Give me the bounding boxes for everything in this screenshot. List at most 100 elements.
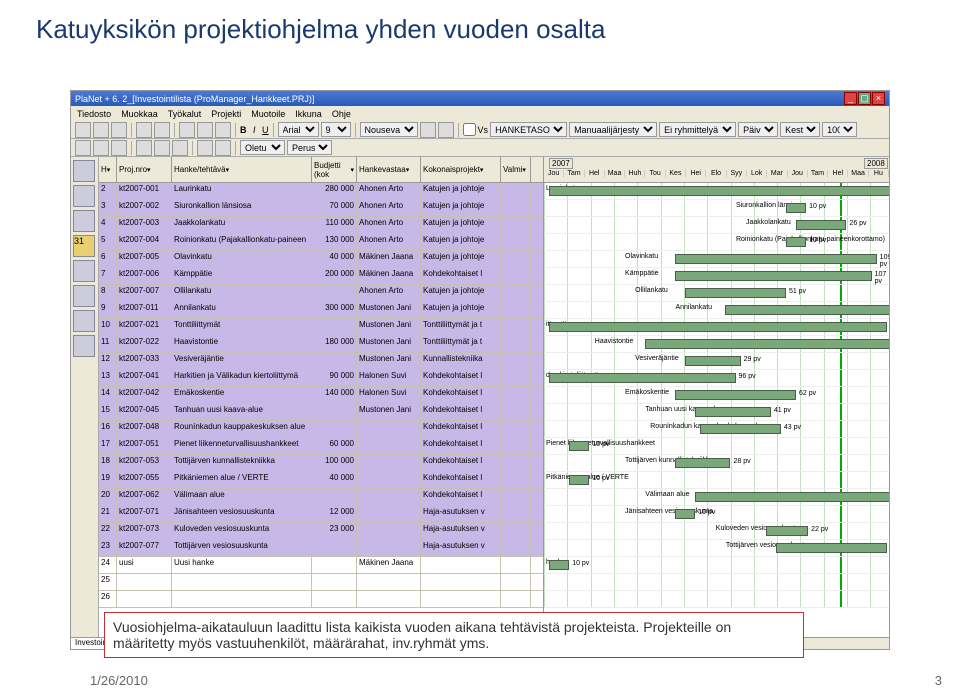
side-icon[interactable] — [73, 160, 95, 182]
tool-icon[interactable] — [136, 122, 152, 138]
tool-icon[interactable] — [154, 140, 170, 156]
gantt-row[interactable]: Tottijärven vesiosuuskunta57 pv — [544, 540, 889, 557]
table-row[interactable]: 16kt2007-048Rounínkadun kauppakeskuksen … — [99, 421, 543, 438]
tool-icon[interactable] — [93, 140, 109, 156]
order-select[interactable]: Nouseva — [360, 122, 418, 137]
gantt-bar[interactable] — [695, 407, 771, 417]
table-row[interactable]: 5kt2007-004Roinionkatu (Pajakallionkatu-… — [99, 234, 543, 251]
menu-item[interactable]: Työkalut — [168, 109, 202, 119]
gantt-bar[interactable] — [675, 390, 796, 400]
tool-icon[interactable] — [154, 122, 170, 138]
menu-item[interactable]: Muokkaa — [121, 109, 158, 119]
vs-check[interactable] — [463, 122, 476, 137]
gantt-bar[interactable] — [675, 271, 872, 281]
gantt-row[interactable]: Jaakkolankatu26 pv — [544, 217, 889, 234]
gantt-row[interactable]: Vesiveräjäntie29 pv — [544, 353, 889, 370]
side-icon[interactable] — [73, 285, 95, 307]
gantt-bar[interactable] — [549, 186, 889, 196]
tool-icon[interactable] — [438, 122, 454, 138]
gantt-row[interactable]: Haavistontie130 pv — [544, 336, 889, 353]
tool-icon[interactable] — [93, 122, 109, 138]
menu-item[interactable]: Tiedosto — [77, 109, 111, 119]
side-icon[interactable] — [73, 185, 95, 207]
table-row[interactable]: 2kt2007-001Laurinkatu280 000Ahonen ArtoK… — [99, 183, 543, 200]
tool-icon[interactable] — [111, 140, 127, 156]
gantt-row[interactable]: Välimaan alue111 pv — [544, 489, 889, 506]
gantt-bar[interactable] — [549, 322, 887, 332]
table-row[interactable]: 13kt2007-041Harkitien ja Välikadun kiert… — [99, 370, 543, 387]
gantt-row[interactable]: Emäkoskentie62 pv — [544, 387, 889, 404]
level-select[interactable]: HANKETASO — [490, 122, 567, 137]
gantt-row[interactable]: ittymät179 pv — [544, 319, 889, 336]
gantt-row[interactable]: Kämppätie107 pv — [544, 268, 889, 285]
tool-icon[interactable] — [111, 122, 127, 138]
table-row[interactable]: 10kt2007-021TonttiliittymätMustonen Jani… — [99, 319, 543, 336]
sort-select[interactable]: Manuaalijärjesty — [569, 122, 657, 137]
gantt-bar[interactable] — [675, 458, 730, 468]
column-header[interactable]: Budjetti (kok ▾ — [312, 157, 357, 182]
gantt-row[interactable]: Kuloveden vesiosuuskunta22 pv — [544, 523, 889, 540]
gantt-bar[interactable] — [685, 288, 786, 298]
side-icon[interactable]: 31 — [73, 235, 95, 257]
gantt-bar[interactable] — [685, 356, 740, 366]
gantt-bar[interactable] — [695, 492, 889, 502]
table-row[interactable]: 11kt2007-022Haavistontie180 000Mustonen … — [99, 336, 543, 353]
menu-item[interactable]: Projekti — [211, 109, 241, 119]
table-row[interactable]: 26 — [99, 591, 543, 608]
gantt-bar[interactable] — [645, 339, 889, 349]
table-row[interactable]: 3kt2007-002Siuronkallion länsiosa70 000A… — [99, 200, 543, 217]
menu-item[interactable]: Ikkuna — [295, 109, 322, 119]
gantt-bar[interactable] — [549, 373, 736, 383]
gantt-row[interactable]: Laurinkatu244 pv — [544, 183, 889, 200]
menu-item[interactable]: Muotoile — [251, 109, 285, 119]
gantt-row[interactable]: Siuronkallion länsiosa10 pv — [544, 200, 889, 217]
table-row[interactable]: 25 — [99, 574, 543, 591]
gantt-bar[interactable] — [786, 237, 806, 247]
tool-icon[interactable] — [179, 122, 195, 138]
tool-icon[interactable] — [75, 122, 91, 138]
gantt-row[interactable]: Tanhuan uusi kaava-alue41 pv — [544, 404, 889, 421]
table-row[interactable]: 22kt2007-073Kuloveden vesiosuuskunta23 0… — [99, 523, 543, 540]
side-icon[interactable] — [73, 335, 95, 357]
gantt-bar[interactable] — [569, 441, 589, 451]
tcol1-select[interactable]: Päivä — [738, 122, 778, 137]
gantt-bar[interactable] — [796, 220, 846, 230]
table-row[interactable]: 24uusiUusi hankeMäkinen Jaana — [99, 557, 543, 574]
side-icon[interactable] — [73, 260, 95, 282]
filter-select[interactable]: Oletu — [240, 140, 285, 155]
gantt-bar[interactable] — [569, 475, 589, 485]
gantt-row[interactable]: Roinionkatu (Pajakallionkatu-paineenkoro… — [544, 234, 889, 251]
column-header[interactable]: H ▾ — [99, 157, 117, 182]
table-row[interactable]: 17kt2007-051Pienet liikenneturvallisuush… — [99, 438, 543, 455]
column-header[interactable]: Valmi ▾ — [501, 157, 531, 182]
gantt-row[interactable]: dun kiertoliittymä96 pv — [544, 370, 889, 387]
column-header[interactable]: Proj.nro ▾ — [117, 157, 172, 182]
gantt-row[interactable]: Pitkäniemen alue / VERTE10 pv — [544, 472, 889, 489]
table-row[interactable]: 4kt2007-003Jaakkolankatu110 000Ahonen Ar… — [99, 217, 543, 234]
gantt-row[interactable] — [544, 591, 889, 608]
gantt-bar[interactable] — [549, 560, 569, 570]
column-header[interactable]: Hankevastaa ▾ — [357, 157, 421, 182]
gantt-row[interactable]: Rounínkadun kauppakeskuksen alue43 pv — [544, 421, 889, 438]
table-row[interactable]: 23kt2007-077Tottijärven vesiosuuskuntaHa… — [99, 540, 543, 557]
gantt-bar[interactable] — [766, 526, 808, 536]
gantt-row[interactable]: hanke10 pv — [544, 557, 889, 574]
gantt-bar[interactable] — [675, 509, 695, 519]
gantt-row[interactable]: Olavinkatu109 pv — [544, 251, 889, 268]
table-row[interactable]: 12kt2007-033VesiveräjäntieMustonen JaniK… — [99, 353, 543, 370]
close-button[interactable]: × — [872, 92, 885, 105]
table-row[interactable]: 9kt2007-011Annilankatu300 000Mustonen Ja… — [99, 302, 543, 319]
tcol2-select[interactable]: Kesto — [780, 122, 820, 137]
table-row[interactable]: 18kt2007-053Tottijärven kunnallistekniik… — [99, 455, 543, 472]
table-row[interactable]: 20kt2007-062Välimaan alueKohdekohtaiset … — [99, 489, 543, 506]
gantt-row[interactable]: Jänisahteen vesiosuuskunta10 pv — [544, 506, 889, 523]
table-row[interactable]: 21kt2007-071Jänisahteen vesiosuuskunta12… — [99, 506, 543, 523]
tool-icon[interactable] — [197, 122, 213, 138]
side-icon[interactable] — [73, 310, 95, 332]
minimize-button[interactable]: _ — [844, 92, 857, 105]
column-header[interactable]: Kokonaisprojekt ▾ — [421, 157, 501, 182]
maximize-button[interactable]: ▢ — [858, 92, 871, 105]
gantt-bar[interactable] — [725, 305, 889, 315]
zoom-select[interactable]: 100 — [822, 122, 857, 137]
tool-icon[interactable] — [75, 140, 91, 156]
